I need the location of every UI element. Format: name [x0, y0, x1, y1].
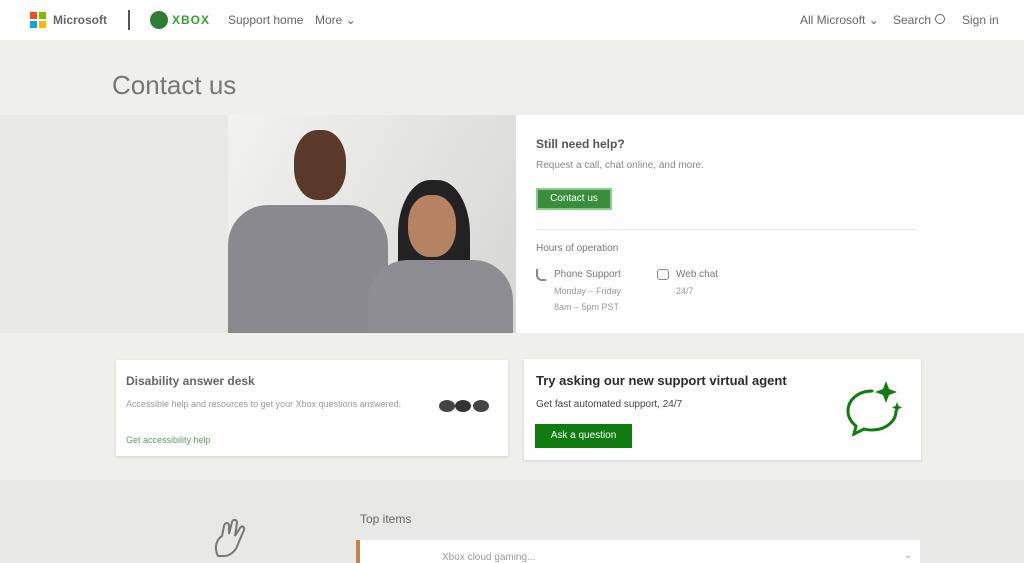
controller-icon	[431, 394, 493, 416]
phone-support-link[interactable]: Phone Support	[554, 269, 621, 280]
all-microsoft-label: All Microsoft	[800, 13, 866, 27]
chat-icon	[657, 269, 669, 280]
phone-hours: 8am – 5pm PST	[554, 302, 620, 312]
phone-days: Monday – Friday	[554, 286, 622, 296]
ask-question-button[interactable]: Ask a question	[535, 424, 632, 448]
top-nav-bar: Microsoft XBOX Support home More ⌄ All M…	[0, 0, 1024, 40]
agent-figure	[228, 205, 388, 333]
xbox-logo-icon[interactable]	[150, 11, 168, 29]
support-agents-photo	[228, 115, 516, 333]
hand-icon	[214, 518, 246, 557]
virtual-agent-subtitle: Get fast automated support, 24/7	[536, 399, 683, 410]
chat-sparkle-icon	[846, 381, 902, 437]
disability-card: Disability answer desk Accessible help a…	[116, 360, 508, 456]
all-microsoft-menu[interactable]: All Microsoft ⌄	[800, 13, 879, 27]
disability-title: Disability answer desk	[126, 374, 255, 388]
help-title: Still need help?	[536, 137, 625, 151]
virtual-agent-title: Try asking our new support virtual agent	[536, 373, 787, 388]
phone-icon	[536, 269, 546, 281]
agent-figure	[368, 260, 513, 333]
web-chat-link[interactable]: Web chat	[676, 269, 718, 280]
agent-head	[408, 195, 456, 257]
xbox-brand-link[interactable]: XBOX	[172, 13, 210, 27]
top-item-label: Xbox cloud gaming...	[442, 552, 536, 563]
nav-support-home[interactable]: Support home	[228, 13, 303, 27]
divider	[536, 229, 916, 230]
accessibility-help-link[interactable]: Get accessibility help	[126, 435, 211, 445]
nav-more-menu[interactable]: More ⌄	[315, 13, 356, 27]
top-item-row[interactable]: Xbox cloud gaming... ⌄	[356, 540, 920, 563]
microsoft-brand-link[interactable]: Microsoft	[53, 13, 107, 27]
sign-in-link[interactable]: Sign in	[962, 13, 999, 27]
header-divider	[128, 10, 130, 30]
chevron-down-icon: ⌄	[868, 13, 879, 27]
top-items-heading: Top items	[360, 512, 412, 526]
nav-more-label: More	[315, 13, 343, 27]
microsoft-logo-icon[interactable]	[30, 12, 46, 28]
chevron-down-icon: ⌄	[904, 550, 913, 561]
chevron-down-icon: ⌄	[345, 13, 356, 27]
contact-us-button[interactable]: Contact us	[536, 188, 612, 210]
agent-head	[294, 130, 346, 200]
hours-title: Hours of operation	[536, 243, 619, 254]
search-button[interactable]: Search	[893, 13, 931, 27]
virtual-agent-card: Try asking our new support virtual agent…	[524, 359, 921, 460]
page-title: Contact us	[112, 70, 237, 100]
disability-description: Accessible help and resources to get you…	[126, 399, 402, 409]
chat-hours: 24/7	[676, 286, 694, 296]
help-subtitle: Request a call, chat online, and more.	[536, 160, 704, 171]
contact-panel: Still need help? Request a call, chat on…	[516, 115, 1024, 333]
search-icon[interactable]	[935, 14, 945, 24]
